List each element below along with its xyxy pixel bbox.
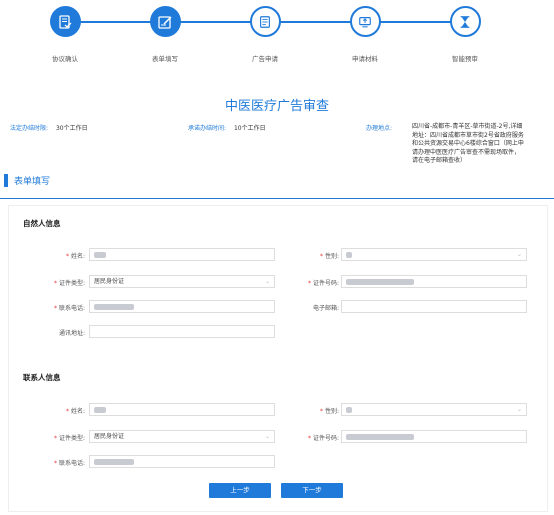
next-button[interactable]: 下一步 <box>281 483 343 498</box>
chevron-down-icon: ⌄ <box>516 251 522 258</box>
contact-name-label: * 姓名: <box>66 408 85 415</box>
contact-gender-select[interactable]: ⌄ <box>341 403 527 416</box>
promise-time-label: 承诺办结时间: <box>188 125 227 132</box>
step-label: 智能预审 <box>452 55 478 63</box>
contact-phone-input[interactable] <box>89 455 275 468</box>
step-materials: 申请材料 <box>325 6 405 63</box>
step-label: 表单填写 <box>152 55 178 63</box>
document-check-icon <box>49 6 81 37</box>
natural-email-input[interactable] <box>341 300 527 313</box>
place-label: 办理地点: <box>366 125 393 132</box>
chevron-down-icon: ⌄ <box>264 278 270 285</box>
promise-time: 承诺办结时间: 10个工作日 <box>188 123 266 132</box>
section-title: 表单填写 <box>14 177 51 187</box>
promise-time-value: 10个工作日 <box>233 125 266 132</box>
chevron-down-icon: ⌄ <box>264 433 270 440</box>
section-header: 表单填写 <box>0 172 554 199</box>
step-form: 表单填写 <box>125 6 205 63</box>
natural-person-title: 自然人信息 <box>23 219 61 228</box>
upload-monitor-icon <box>349 6 381 37</box>
step-label: 广告申请 <box>252 55 278 63</box>
step-ad-apply: 广告申请 <box>225 6 305 63</box>
legal-time: 法定办结时限: 30个工作日 <box>10 123 88 132</box>
natural-email-label: 电子邮箱: <box>312 305 339 312</box>
natural-name-input[interactable] <box>89 248 275 261</box>
document-list-icon <box>249 6 281 37</box>
contact-person-title: 联系人信息 <box>23 373 61 382</box>
contact-idtype-select[interactable]: 居民身份证 ⌄ <box>89 430 275 443</box>
natural-gender-label: * 性别: <box>320 253 339 260</box>
contact-idno-label: * 证件号码: <box>308 435 339 442</box>
chevron-down-icon: ⌄ <box>516 406 522 413</box>
step-agreement: 协议确认 <box>25 6 105 63</box>
natural-address-input[interactable] <box>89 325 275 338</box>
step-precheck: 智能预审 <box>425 6 505 63</box>
natural-idno-label: * 证件号码: <box>308 280 339 287</box>
section-accent-bar <box>4 174 8 187</box>
natural-phone-label: * 联系电话: <box>54 305 85 312</box>
form-panel: 自然人信息 * 姓名: * 性别: ⌄ * 证件类型: 居民身份证 ⌄ * 证件号… <box>8 205 548 512</box>
step-label: 协议确认 <box>52 55 78 63</box>
contact-phone-label: * 联系电话: <box>54 460 85 467</box>
prev-button[interactable]: 上一步 <box>209 483 271 498</box>
natural-name-label: * 姓名: <box>66 253 85 260</box>
hourglass-icon <box>449 6 481 37</box>
legal-time-label: 法定办结时限: <box>10 125 49 132</box>
legal-time-value: 30个工作日 <box>55 125 88 132</box>
natural-address-label: 通讯地址: <box>58 330 85 337</box>
natural-idno-input[interactable] <box>341 275 527 288</box>
natural-gender-select[interactable]: ⌄ <box>341 248 527 261</box>
step-label: 申请材料 <box>352 55 378 63</box>
edit-icon <box>149 6 181 37</box>
contact-name-input[interactable] <box>89 403 275 416</box>
contact-gender-label: * 性别: <box>320 408 339 415</box>
natural-idtype-label: * 证件类型: <box>54 280 85 287</box>
contact-idno-input[interactable] <box>341 430 527 443</box>
contact-idtype-label: * 证件类型: <box>54 435 85 442</box>
step-progress: 协议确认 表单填写 广告申请 申请材料 智能预审 <box>0 0 554 63</box>
natural-idtype-select[interactable]: 居民身份证 ⌄ <box>89 275 275 288</box>
place-label-wrap: 办理地点: <box>366 123 392 132</box>
natural-phone-input[interactable] <box>89 300 275 313</box>
page-title: 中医医疗广告审查 <box>224 99 329 114</box>
place-value: 四川省-成都市-青羊区-草市街道-2号,详细地址：四川省成都市草市街2号省政府服… <box>412 123 524 164</box>
